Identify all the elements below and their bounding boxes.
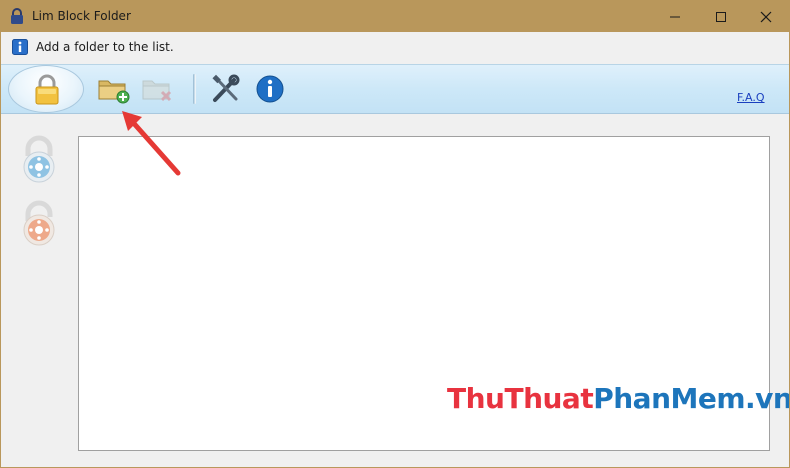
info-small-icon [12,39,28,55]
close-button[interactable] [743,1,789,32]
minimize-button[interactable] [652,1,698,32]
watermark: ThuThuatPhanMem.vn [447,382,790,415]
watermark-part: .vn [745,382,790,415]
toolbar-separator [193,74,196,104]
maximize-icon [716,12,726,22]
blue-lock-icon [23,135,55,183]
settings-button[interactable] [209,74,243,104]
watermark-part: Thu [447,382,505,415]
app-window: Lim Block Folder Add a folder to the lis… [0,0,790,468]
about-button[interactable] [255,74,289,104]
tools-icon [212,74,240,102]
info-message: Add a folder to the list. [36,40,174,54]
unlock-button[interactable] [19,199,59,251]
minimize-icon [670,16,680,18]
faq-link[interactable]: F.A.Q [737,91,765,104]
close-icon [760,11,772,23]
folder-add-icon [98,80,130,104]
remove-folder-button[interactable] [141,74,175,104]
watermark-part: Mem [670,382,746,415]
orange-unlock-icon [23,200,55,246]
annotation-arrow-icon [122,111,181,176]
folder-remove-icon [142,80,172,102]
watermark-part: Phan [593,382,671,415]
add-folder-button[interactable] [97,74,131,104]
info-icon [256,75,284,103]
maximize-button[interactable] [698,1,744,32]
info-bar: Add a folder to the list. [1,32,789,62]
window-title: Lim Block Folder [32,9,131,23]
title-bar[interactable]: Lim Block Folder [1,1,789,32]
padlock-icon [35,74,59,105]
watermark-part: Thuat [504,382,594,415]
lock-button[interactable] [19,134,59,186]
lock-mode-button[interactable] [8,65,84,113]
padlock-icon [11,8,23,24]
